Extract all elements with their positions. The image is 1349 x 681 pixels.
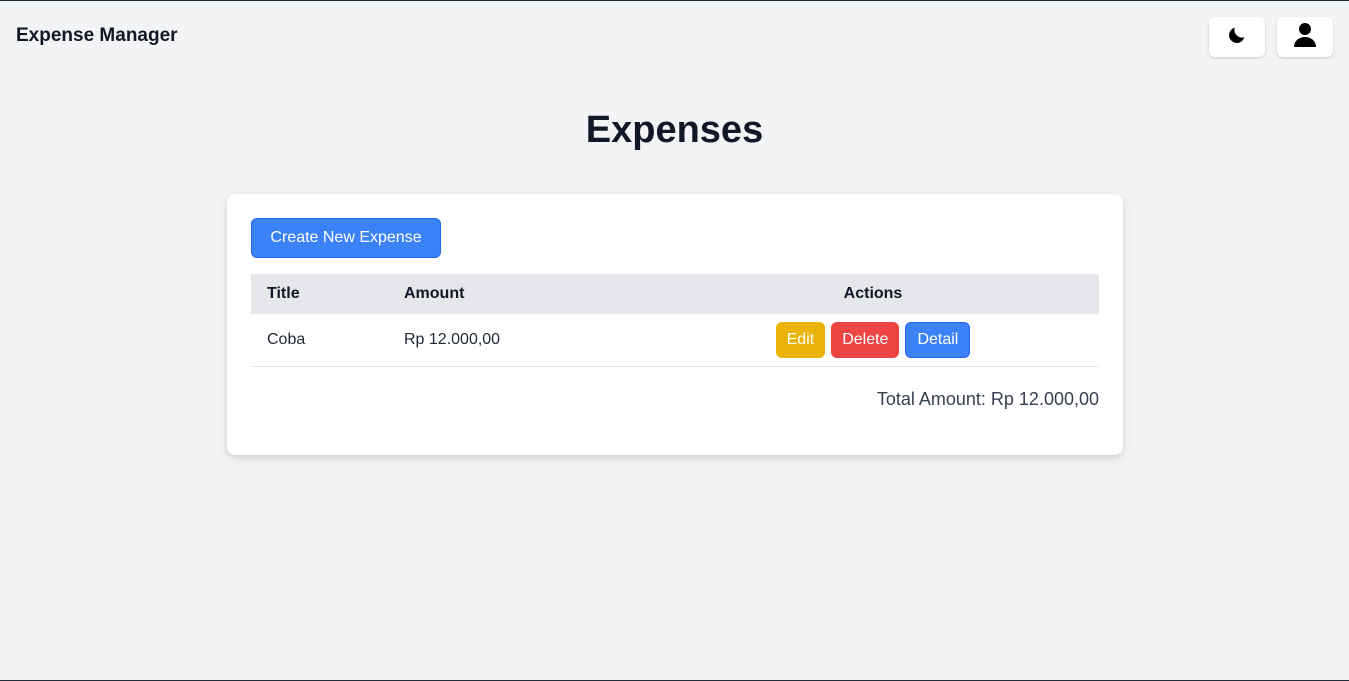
column-header-actions: Actions bbox=[843, 285, 903, 302]
table-header-row: Title Amount Actions bbox=[251, 274, 1099, 314]
expenses-card: Create New Expense Title Amount Actions … bbox=[227, 194, 1123, 455]
delete-button[interactable]: Delete bbox=[831, 321, 900, 358]
column-header-amount: Amount bbox=[404, 285, 465, 302]
user-menu-button[interactable] bbox=[1277, 17, 1333, 57]
moon-icon bbox=[1226, 24, 1248, 51]
table-row: Coba Rp 12.000,00 Edit Delete Detail bbox=[251, 314, 1099, 366]
edit-button[interactable]: Edit bbox=[775, 321, 826, 358]
navbar: Expense Manager bbox=[0, 1, 1349, 75]
column-header-title: Title bbox=[267, 285, 300, 302]
detail-button[interactable]: Detail bbox=[905, 321, 971, 358]
create-expense-button[interactable]: Create New Expense bbox=[251, 218, 441, 258]
page-title: Expenses bbox=[585, 109, 764, 151]
expense-amount-cell: Rp 12.000,00 bbox=[404, 330, 501, 348]
total-amount: Total Amount: Rp 12.000,00 bbox=[876, 389, 1099, 409]
expense-actions-cell: Edit Delete Detail bbox=[647, 314, 1099, 366]
app-brand[interactable]: Expense Manager bbox=[16, 25, 178, 47]
expense-title-cell: Coba bbox=[267, 330, 306, 348]
user-icon bbox=[1293, 22, 1317, 53]
expenses-table: Title Amount Actions Coba Rp 12.000,00 E… bbox=[251, 274, 1099, 367]
theme-toggle-button[interactable] bbox=[1209, 17, 1265, 57]
